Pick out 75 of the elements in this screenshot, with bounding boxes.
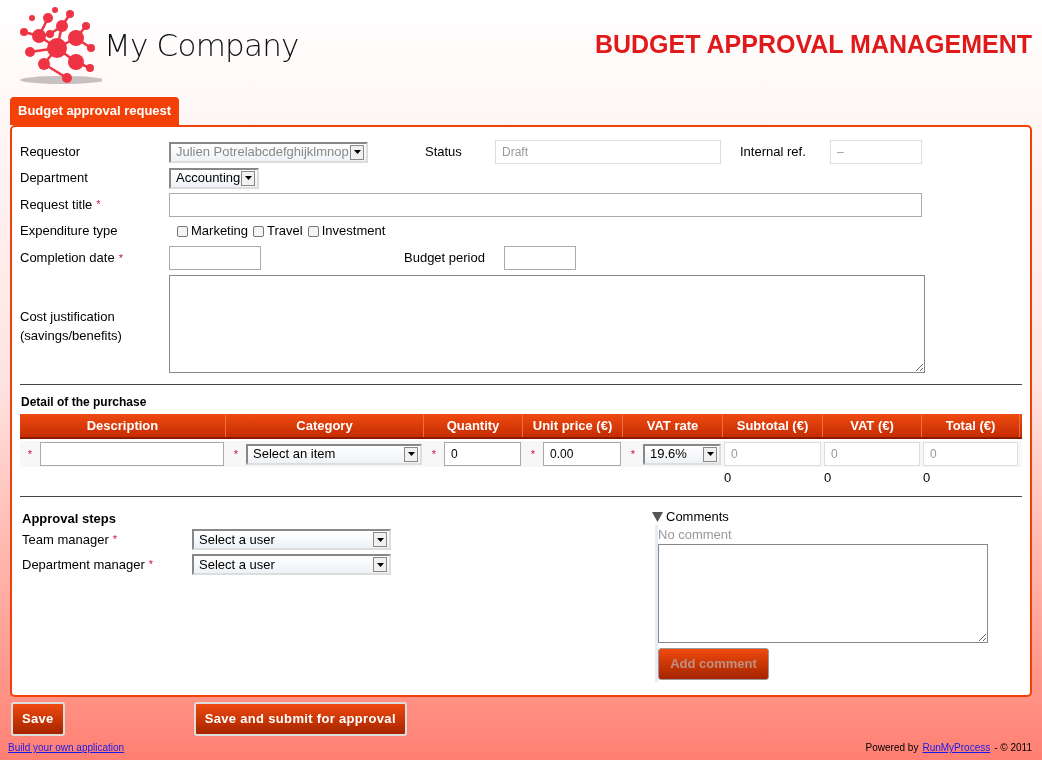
page-title: BUDGET APPROVAL MANAGEMENT [594, 32, 1032, 57]
field-label: Department manager [22, 555, 145, 574]
table-field[interactable]: 0 [923, 442, 1018, 466]
required-mark: * [629, 446, 637, 462]
field-label: Requestor [20, 143, 80, 162]
field-label: Budget period [404, 249, 485, 268]
required-mark: * [96, 197, 101, 213]
table-input[interactable]: 0 [444, 442, 521, 466]
checkbox-label: Marketing [191, 222, 249, 241]
required-mark: * [148, 557, 154, 573]
action-button[interactable]: Save and submit for approval [193, 702, 407, 736]
user-select[interactable]: Select a user [192, 529, 391, 550]
department-select[interactable]: Accounting [169, 167, 259, 189]
field-label: Internal ref. [740, 143, 806, 162]
required-mark: * [112, 532, 117, 548]
column-header: Unit price (€) [523, 414, 623, 437]
copyright-text: - © 2011 [994, 741, 1032, 755]
required-mark: * [118, 250, 123, 266]
comment-field[interactable] [658, 544, 988, 643]
field-label: Request title [20, 195, 93, 214]
total-value: 0 [724, 469, 732, 488]
field-label: Team manager [22, 530, 109, 549]
tab[interactable]: Budget approval request [10, 97, 180, 125]
cost-justification-field[interactable] [169, 275, 925, 373]
table-field[interactable]: 0 [724, 442, 821, 466]
required-mark: * [430, 446, 438, 462]
required-mark: * [529, 446, 537, 462]
column-header: Subtotal (€) [723, 414, 823, 437]
powered-by-text: Powered by [865, 741, 919, 755]
checkbox-label: Travel [267, 222, 303, 241]
field-label: Status [425, 143, 462, 162]
triangle-icon [652, 512, 663, 522]
caret-icon [703, 446, 717, 462]
completion-date-field[interactable] [169, 246, 261, 270]
table-input[interactable] [40, 442, 224, 466]
checkbox-label: Investment [321, 222, 386, 241]
empty-comment-text: No comment [658, 526, 733, 544]
checkbox[interactable] [177, 225, 188, 237]
user-select[interactable]: Select a user [192, 554, 391, 575]
field-label: Cost justification (savings/benefits) [20, 307, 123, 345]
status-field[interactable]: Draft [495, 140, 721, 164]
powered-by-link[interactable]: RunMyProcess [922, 740, 991, 755]
column-header: Description [20, 414, 226, 437]
field-label: Expenditure type [20, 222, 118, 241]
table-select[interactable]: 19.6% [643, 443, 721, 465]
caret-icon [350, 144, 364, 160]
field-label: Department [20, 169, 88, 188]
table-input[interactable]: 0.00 [543, 442, 621, 466]
table-field[interactable]: 0 [824, 442, 920, 466]
total-value: 0 [923, 469, 931, 488]
budget-period-field[interactable] [504, 246, 576, 270]
caret-icon [373, 532, 387, 547]
company-name: My Company [104, 29, 299, 61]
table-select[interactable]: Select an item [246, 443, 422, 465]
checkbox[interactable] [253, 225, 265, 237]
column-header: VAT rate [623, 414, 723, 437]
section-title: Approval steps [22, 510, 117, 527]
column-header: Quantity [424, 414, 523, 437]
column-header: Category [226, 414, 424, 437]
required-mark: * [232, 446, 240, 462]
caret-icon [241, 170, 255, 186]
footer-link[interactable]: Build your own application [8, 740, 125, 755]
field-label: Completion date [20, 249, 115, 268]
total-value: 0 [824, 469, 832, 488]
section-title: Detail of the purchase [21, 394, 148, 411]
caret-icon [404, 446, 418, 462]
required-mark: * [26, 446, 34, 462]
internal-ref-field[interactable]: – [830, 140, 922, 164]
checkbox[interactable] [307, 225, 319, 237]
action-button[interactable]: Save [11, 702, 65, 736]
request-title-field[interactable] [169, 192, 922, 217]
column-header: VAT (€) [823, 414, 922, 437]
caret-icon [373, 557, 387, 572]
column-header: Total (€) [922, 414, 1020, 437]
comments-toggle[interactable]: Comments [652, 509, 988, 525]
